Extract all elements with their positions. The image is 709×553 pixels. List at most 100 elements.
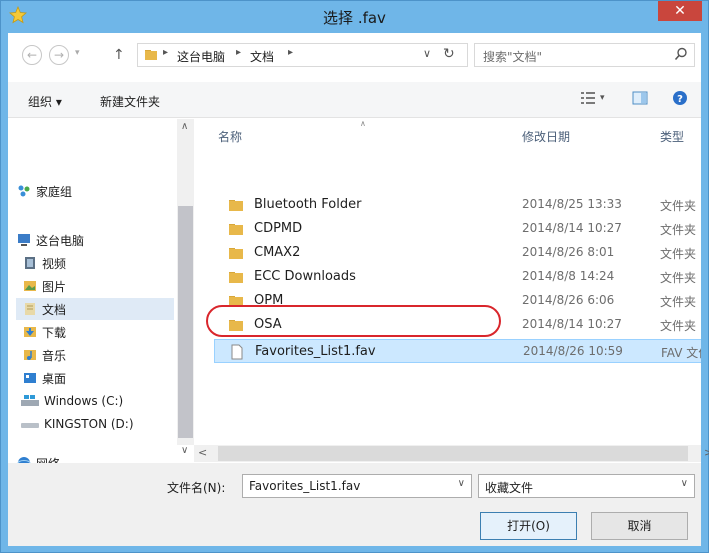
breadcrumb-chevron-icon[interactable]: ▸ [236,47,241,58]
file-open-dialog: 选择 .fav ✕ ← → ▾ ↑ ▸ 这台电脑 ▸ 文档 ▸ ∨ ↻ 搜索"文… [0,0,709,553]
recent-dropdown-icon[interactable]: ▾ [75,48,80,58]
desktop-icon [24,373,36,383]
nav-item-desktop[interactable]: 桌面 [22,367,172,389]
organize-menu-button[interactable]: 组织 ▾ [28,93,62,110]
view-dropdown-icon[interactable]: ▾ [600,93,605,103]
scroll-up-icon[interactable]: ∧ [181,121,188,132]
title-bar: 选择 .fav ✕ [1,1,708,33]
file-type: 文件夹 [660,295,697,309]
folder-icon [229,224,243,235]
forward-button[interactable]: → [49,45,69,65]
nav-item-kingston-d[interactable]: KINGSTON (D:) [20,413,175,435]
search-placeholder[interactable]: 搜索"文档" [483,48,542,65]
file-row[interactable]: CDPMD 2014/8/14 10:27 文件夹 [214,217,701,241]
filename-input[interactable]: Favorites_List1.fav ∨ [242,474,472,498]
search-icon[interactable] [674,47,688,61]
scroll-down-icon[interactable]: ∨ [181,445,188,456]
folder-icon [145,50,157,60]
scroll-left-icon[interactable]: < [198,446,207,459]
file-type: 文件夹 [660,247,697,261]
file-type: 文件夹 [660,199,697,213]
scroll-right-icon[interactable]: > [704,446,709,459]
nav-item-label: 桌面 [42,371,67,386]
downloads-icon [24,327,36,337]
file-row[interactable]: CMAX2 2014/8/26 8:01 文件夹 [214,241,701,265]
new-folder-button[interactable]: 新建文件夹 [100,93,160,110]
svg-text:?: ? [677,94,683,105]
open-button[interactable]: 打开(O) [480,512,577,540]
scroll-thumb[interactable] [218,446,688,461]
back-button[interactable]: ← [22,45,42,65]
breadcrumb-documents[interactable]: 文档 [250,48,274,65]
nav-item-label: 下载 [42,325,67,340]
nav-item-documents[interactable]: 文档 [16,298,174,320]
nav-item-videos[interactable]: 视频 [22,252,172,274]
file-row[interactable]: ECC Downloads 2014/8/8 14:24 文件夹 [214,265,701,289]
drive-icon [21,395,39,406]
file-row-selected[interactable]: Favorites_List1.fav 2014/8/26 10:59 FAV … [214,339,701,363]
filename-value[interactable]: Favorites_List1.fav [249,479,360,493]
nav-item-pictures[interactable]: 图片 [22,275,172,297]
file-name: Favorites_List1.fav [255,344,376,359]
nav-item-windows-c[interactable]: Windows (C:) [20,390,175,412]
window-title: 选择 .fav [323,9,386,27]
file-date: 2014/8/26 6:06 [522,293,615,307]
file-date: 2014/8/25 13:33 [522,197,622,211]
column-header-type[interactable]: 类型 [660,128,684,145]
nav-item-music[interactable]: 音乐 [22,344,172,366]
help-icon[interactable]: ? [672,90,688,106]
breadcrumb-chevron-icon[interactable]: ▸ [163,47,168,58]
file-row[interactable]: Bluetooth Folder 2014/8/25 13:33 文件夹 [214,193,701,217]
file-name: ECC Downloads [254,269,356,284]
file-name: CDPMD [254,221,303,236]
sort-ascending-icon: ∧ [360,119,366,128]
nav-item-label: 视频 [42,256,67,271]
nav-item-homegroup[interactable]: 家庭组 [16,180,166,202]
nav-item-label: 图片 [42,279,67,294]
column-header-date[interactable]: 修改日期 [522,128,570,145]
navigation-pane: 家庭组 这台电脑 视频 图片 文档 下载 音乐 桌面 Windows (C:) … [8,119,175,471]
file-type-filter-select[interactable]: 收藏文件 ∨ [478,474,695,498]
file-list-horizontal-scrollbar[interactable]: < [194,445,701,462]
folder-icon [229,248,243,259]
nav-item-label: 文档 [42,302,67,317]
column-header-name[interactable]: 名称 [218,128,242,145]
breadcrumb-this-pc[interactable]: 这台电脑 [177,48,225,65]
file-list: ∧ 名称 修改日期 类型 Bluetooth Folder 2014/8/25 … [202,119,701,445]
up-button[interactable]: ↑ [113,47,125,63]
nav-item-this-pc[interactable]: 这台电脑 [16,229,166,251]
search-box[interactable]: 搜索"文档" [474,43,695,67]
chevron-down-icon[interactable]: ∨ [681,478,688,489]
command-bar: 组织 ▾ 新建文件夹 ▾ ? [8,82,701,118]
address-history-dropdown-icon[interactable]: ∨ [423,47,431,60]
refresh-icon[interactable]: ↻ [443,46,455,62]
nav-item-downloads[interactable]: 下载 [22,321,172,343]
file-type: 文件夹 [660,223,697,237]
nav-item-label: Windows (C:) [44,394,124,408]
documents-icon [25,303,35,315]
nav-vertical-scrollbar[interactable]: ∧ [177,119,194,445]
scroll-thumb[interactable] [178,206,193,438]
pictures-icon [24,281,36,291]
file-type-filter-value[interactable]: 收藏文件 [485,479,533,496]
file-date: 2014/8/26 8:01 [522,245,615,259]
file-name: CMAX2 [254,245,301,260]
folder-icon [229,272,243,283]
filename-history-dropdown-icon[interactable]: ∨ [458,478,465,489]
cancel-button[interactable]: 取消 [591,512,688,540]
file-name: Bluetooth Folder [254,197,362,212]
homegroup-icon [18,185,30,197]
view-options-icon[interactable] [580,90,596,106]
file-date: 2014/8/14 10:27 [522,221,622,235]
address-bar[interactable]: ▸ 这台电脑 ▸ 文档 ▸ ∨ ↻ [137,43,468,67]
file-icon [231,344,243,360]
file-type: FAV 文件 [661,346,701,360]
close-button[interactable]: ✕ [658,1,702,21]
file-date: 2014/8/26 10:59 [523,344,623,358]
folder-icon [229,200,243,211]
dialog-client: ← → ▾ ↑ ▸ 这台电脑 ▸ 文档 ▸ ∨ ↻ 搜索"文档" 组织 ▾ 新建… [8,33,709,546]
breadcrumb-chevron-icon[interactable]: ▸ [288,47,293,58]
preview-pane-icon[interactable] [632,90,648,106]
nav-item-label: 这台电脑 [36,233,85,248]
usb-drive-icon [21,423,39,428]
